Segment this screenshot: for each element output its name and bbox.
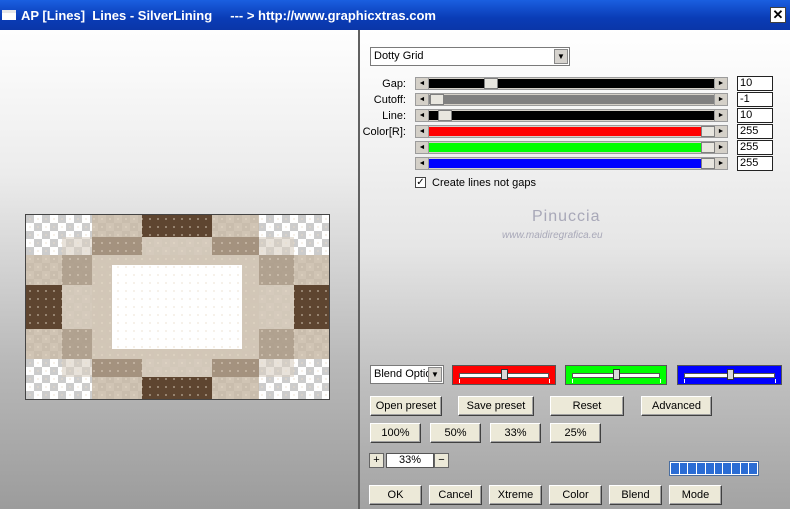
param-label: Cutoff: bbox=[373, 94, 406, 106]
zoom-33-button[interactable]: 33% bbox=[490, 423, 541, 443]
arrow-left-icon[interactable]: ◄ bbox=[416, 126, 429, 137]
window-title: AP [Lines] Lines - SilverLining --- > ht… bbox=[21, 8, 436, 23]
param-value-field[interactable]: 10 bbox=[737, 76, 773, 91]
blend-select-value: Blend Optio bbox=[374, 368, 432, 380]
slider-thumb[interactable] bbox=[701, 126, 715, 137]
effect-select[interactable]: Dotty Grid ▼ bbox=[370, 47, 570, 66]
green-blend-slider[interactable] bbox=[565, 365, 667, 385]
arrow-right-icon[interactable]: ► bbox=[714, 142, 727, 153]
arrow-right-icon[interactable]: ► bbox=[714, 158, 727, 169]
window-icon bbox=[2, 10, 16, 20]
mode-button[interactable]: Mode bbox=[669, 485, 722, 505]
chevron-down-icon[interactable]: ▼ bbox=[554, 49, 568, 64]
param-value-field[interactable]: 10 bbox=[737, 108, 773, 123]
param-slider[interactable]: ◄ ► bbox=[415, 77, 728, 90]
zoom-level-field[interactable]: 33% bbox=[386, 453, 434, 468]
arrow-left-icon[interactable]: ◄ bbox=[416, 158, 429, 169]
slider-fill bbox=[429, 143, 715, 152]
param-slider[interactable]: ◄ ► bbox=[415, 125, 728, 138]
progress-segment bbox=[740, 463, 749, 474]
xtreme-button[interactable]: Xtreme bbox=[489, 485, 542, 505]
blend-button[interactable]: Blend bbox=[609, 485, 662, 505]
arrow-right-icon[interactable]: ► bbox=[714, 94, 727, 105]
param-label: Color[R]: bbox=[362, 126, 406, 138]
progress-segment bbox=[731, 463, 740, 474]
chevron-down-icon[interactable]: ▼ bbox=[428, 367, 442, 382]
slider-fill bbox=[429, 111, 715, 120]
zoom-out-button[interactable]: − bbox=[434, 453, 449, 468]
ok-button[interactable]: OK bbox=[369, 485, 422, 505]
slider-fill bbox=[429, 79, 715, 88]
blend-tick bbox=[549, 379, 550, 383]
arrow-left-icon[interactable]: ◄ bbox=[416, 94, 429, 105]
create-lines-label: Create lines not gaps bbox=[432, 177, 536, 189]
open-preset-button[interactable]: Open preset bbox=[370, 396, 442, 416]
save-preset-button[interactable]: Save preset bbox=[458, 396, 534, 416]
param-value-field[interactable]: 255 bbox=[737, 124, 773, 139]
slider-thumb[interactable] bbox=[701, 142, 715, 153]
param-slider[interactable]: ◄ ► bbox=[415, 109, 728, 122]
arrow-right-icon[interactable]: ► bbox=[714, 110, 727, 121]
arrow-right-icon[interactable]: ► bbox=[714, 78, 727, 89]
red-blend-slider[interactable] bbox=[452, 365, 556, 385]
cancel-button[interactable]: Cancel bbox=[429, 485, 482, 505]
slider-thumb[interactable] bbox=[438, 110, 452, 121]
blend-knob[interactable] bbox=[501, 369, 508, 380]
arrow-right-icon[interactable]: ► bbox=[714, 126, 727, 137]
slider-thumb[interactable] bbox=[430, 94, 444, 105]
arrow-left-icon[interactable]: ◄ bbox=[416, 110, 429, 121]
param-label: Line: bbox=[382, 110, 406, 122]
param-value-field[interactable]: 255 bbox=[737, 156, 773, 171]
preview-image[interactable] bbox=[25, 214, 330, 400]
zoom-50-button[interactable]: 50% bbox=[430, 423, 481, 443]
watermark-name: Pinuccia bbox=[532, 208, 601, 225]
zoom-25-button[interactable]: 25% bbox=[550, 423, 601, 443]
param-slider[interactable]: ◄ ► bbox=[415, 141, 728, 154]
param-slider[interactable]: ◄ ► bbox=[415, 93, 728, 106]
blue-blend-slider[interactable] bbox=[677, 365, 782, 385]
blend-knob[interactable] bbox=[727, 369, 734, 380]
progress-segment bbox=[697, 463, 705, 474]
progress-segment bbox=[688, 463, 697, 474]
slider-fill bbox=[429, 127, 715, 136]
arrow-left-icon[interactable]: ◄ bbox=[416, 78, 429, 89]
watermark-url: www.maidiregrafica.eu bbox=[502, 230, 603, 241]
slider-fill bbox=[429, 159, 715, 168]
color-button[interactable]: Color bbox=[549, 485, 602, 505]
arrow-left-icon[interactable]: ◄ bbox=[416, 142, 429, 153]
blend-tick bbox=[775, 379, 776, 383]
param-value-field[interactable]: 255 bbox=[737, 140, 773, 155]
preview-pane bbox=[0, 30, 358, 509]
param-slider[interactable]: ◄ ► bbox=[415, 157, 728, 170]
advanced-button[interactable]: Advanced bbox=[641, 396, 712, 416]
slider-thumb[interactable] bbox=[484, 78, 498, 89]
slider-fill bbox=[429, 95, 715, 104]
progress-bar bbox=[669, 461, 759, 476]
progress-segment bbox=[671, 463, 679, 474]
blend-tick bbox=[660, 379, 661, 383]
param-value-field[interactable]: -1 bbox=[737, 92, 773, 107]
progress-segment bbox=[714, 463, 723, 474]
progress-segment bbox=[705, 463, 714, 474]
slider-thumb[interactable] bbox=[701, 158, 715, 169]
progress-segment bbox=[749, 463, 758, 474]
progress-segment bbox=[679, 463, 688, 474]
create-lines-checkbox[interactable]: ✓ bbox=[415, 177, 426, 188]
zoom-in-button[interactable]: + bbox=[369, 453, 384, 468]
blend-tick bbox=[572, 379, 573, 383]
blend-knob[interactable] bbox=[613, 369, 620, 380]
effect-select-value: Dotty Grid bbox=[374, 50, 424, 62]
blend-tick bbox=[684, 379, 685, 383]
param-label: Gap: bbox=[382, 78, 406, 90]
zoom-100-button[interactable]: 100% bbox=[370, 423, 421, 443]
progress-segment bbox=[723, 463, 731, 474]
reset-button[interactable]: Reset bbox=[550, 396, 624, 416]
check-icon: ✓ bbox=[416, 177, 425, 188]
blend-tick bbox=[459, 379, 460, 383]
blend-options-select[interactable]: Blend Optio ▼ bbox=[370, 365, 444, 384]
close-button[interactable]: ✕ bbox=[770, 7, 786, 23]
title-bar: AP [Lines] Lines - SilverLining --- > ht… bbox=[0, 0, 790, 30]
